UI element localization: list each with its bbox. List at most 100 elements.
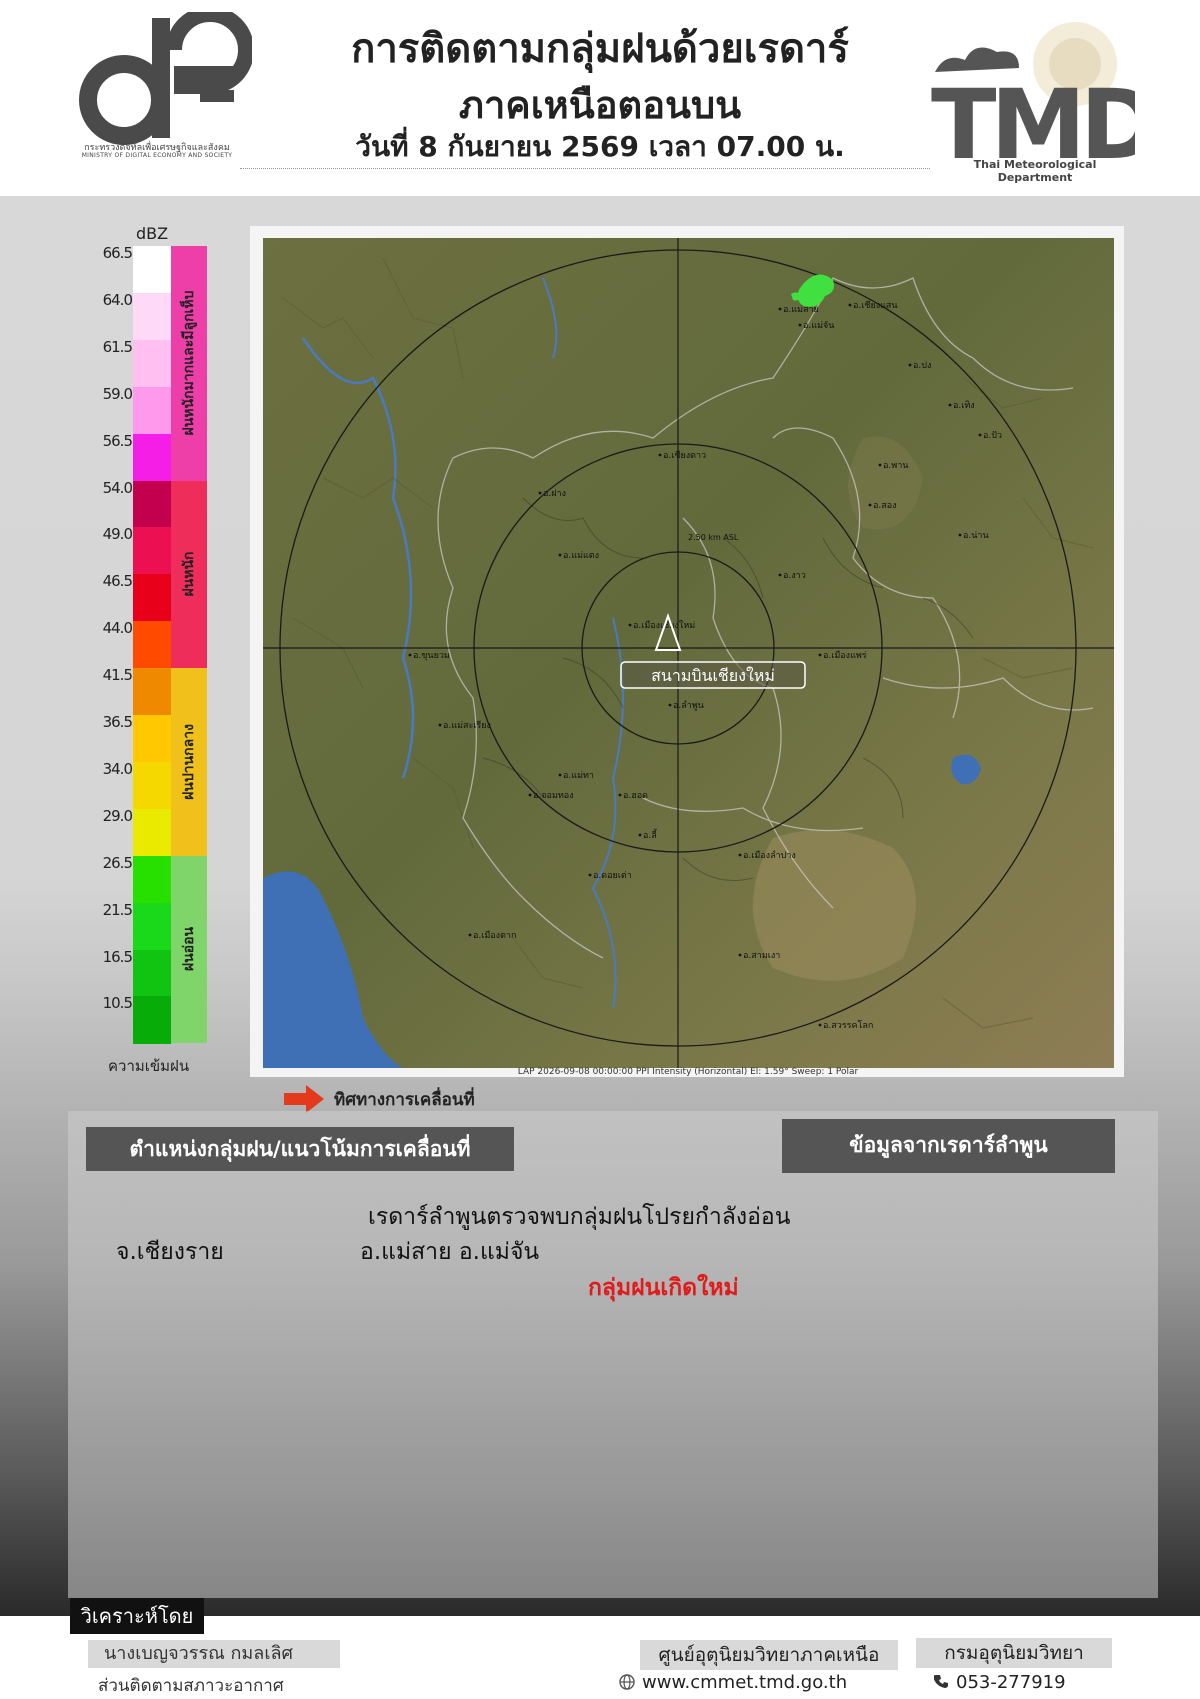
place-dot [638, 833, 642, 837]
place-dot [408, 653, 412, 657]
legend-color-band [133, 668, 171, 716]
range-label: 2.50 km ASL [688, 533, 739, 542]
legend-value: 36.5 [102, 713, 133, 731]
place-label: อ.สามเงา [743, 951, 780, 961]
legend-color-band [133, 339, 171, 388]
legend-color-band [133, 996, 171, 1044]
legend-value: 16.5 [102, 947, 133, 966]
legend-values: 66.5 64.0 61.5 59.0 56.5 54.0 49.0 46.5 44.0 41.5… [96, 244, 133, 1048]
place-label: อ.เชียงดาว [663, 450, 706, 461]
place-dot [738, 853, 742, 857]
place-label: อ.ลำพูน [673, 700, 704, 711]
rain-position-title: ตำแหน่งกลุ่มฝน/แนวโน้มการเคลื่อนที่ [86, 1127, 514, 1171]
legend-value: 29.0 [102, 806, 133, 825]
place-dot [558, 773, 562, 777]
place-dot [668, 703, 672, 707]
legend-value: 54.0 [102, 478, 133, 497]
legend-color-band [133, 433, 171, 481]
legend-color-band [133, 527, 171, 575]
place-label: อ.เมืองแพร่ [823, 650, 867, 661]
legend-value: 21.5 [102, 900, 133, 919]
legend-category-label: ฝนหนักมากและมีลูกเห็บ [181, 290, 197, 436]
place-label: อ.น่าน [963, 531, 989, 541]
phone-number[interactable]: 053-277919 [956, 1672, 1066, 1693]
legend-color-band [133, 480, 171, 528]
legend-footer: ความเข้มฝน [108, 1057, 190, 1075]
place-label: อ.ปัว [983, 431, 1002, 441]
place-dot [438, 723, 442, 727]
legend-color-band [133, 855, 171, 904]
legend-color-band [133, 574, 171, 622]
legend-value: 66.5 [102, 244, 133, 262]
new-rain-cell-text: กลุ่มฝนเกิดใหม่ [588, 1275, 739, 1301]
place-label: อ.ขุนยวม [413, 651, 450, 661]
place-label: อ.เทิง [953, 400, 975, 411]
province-name: จ.เชียงราย [116, 1239, 224, 1265]
place-label: อ.เมืองลำปาง [743, 850, 796, 861]
legend-value: 44.0 [102, 619, 133, 638]
legend-color-band [133, 902, 171, 950]
legend-category-label: ฝนหนัก [181, 551, 197, 597]
place-label: อ.แม่สาย [783, 305, 819, 315]
legend-color-band [133, 246, 171, 294]
place-label: อ.ฮอด [623, 791, 648, 801]
place-label: อ.ดอยเต่า [593, 871, 632, 881]
place-label: อ.เมืองตาก [473, 930, 516, 941]
legend-color-band [133, 715, 171, 763]
place-label: อ.แม่แตง [563, 551, 599, 561]
place-label: อ.แม่สะเรียง [443, 720, 491, 731]
place-label: อ.จอมทอง [533, 791, 574, 801]
analyzed-by-label: วิเคราะห์โดย [70, 1598, 204, 1634]
place-dot [978, 433, 982, 437]
place-dot [538, 491, 542, 495]
place-dot [618, 793, 622, 797]
analyst-name: นางเบญจวรรณ กมลเลิศ [88, 1640, 340, 1668]
legend-color-band [133, 386, 171, 435]
place-label: อ.พาน [883, 461, 908, 471]
page-date: วันที่ 8 กันยายน 2569 เวลา 07.00 น. [355, 130, 845, 163]
place-dot [528, 793, 532, 797]
legend-value: 49.0 [102, 525, 133, 544]
place-dot [738, 953, 742, 957]
ministry-name-en: MINISTRY OF DIGITAL ECONOMY AND SOCIETY [81, 152, 233, 159]
legend-color-band [133, 621, 171, 669]
legend-value: 56.5 [102, 431, 133, 450]
direction-arrow-icon [284, 1085, 324, 1113]
place-label: อ.แม่ทา [563, 771, 594, 781]
legend-color-band [133, 292, 171, 341]
place-dot [468, 933, 472, 937]
page-title: การติดตามกลุ่มฝนด้วยเรดาร์ [351, 26, 849, 72]
district-names: อ.แม่สาย อ.แม่จัน [360, 1239, 540, 1265]
place-label: อ.ปง [913, 361, 931, 371]
legend-color-band [133, 949, 171, 997]
legend-unit: dBZ [136, 224, 169, 243]
place-dot [588, 873, 592, 877]
legend-color-band [133, 761, 171, 810]
center-name: ศูนย์อุตุนิยมวิทยาภาคเหนือ [640, 1640, 898, 1670]
terrain-background [263, 238, 1114, 1068]
place-dot [818, 653, 822, 657]
info-panel [68, 1111, 1158, 1598]
legend-value: 34.0 [102, 759, 133, 778]
place-dot [848, 303, 852, 307]
place-dot [958, 533, 962, 537]
department-name: กรมอุตุนิยมวิทยา [916, 1638, 1112, 1668]
place-dot [558, 553, 562, 557]
radar-map[interactable]: อ.แม่สาย อ.เชียงแสนอ.แม่จันอ.ฝางอ.เมืองเช… [263, 238, 1114, 1068]
legend-category: ฝนปานกลาง [171, 668, 207, 856]
website-link[interactable]: www.cmmet.tmd.go.th [642, 1672, 847, 1693]
legend-category: ฝนอ่อน [171, 855, 207, 1044]
legend-category-label: ฝนอ่อน [181, 927, 197, 972]
phone-icon [934, 1675, 948, 1688]
header: กระทรวงดิจิทัลเพื่อเศรษฐกิจและสังคม MINI… [0, 0, 1200, 196]
place-dot [778, 307, 782, 311]
place-dot [798, 323, 802, 327]
tmd-logo: TMD [931, 22, 1135, 176]
place-dot [948, 403, 952, 407]
place-label: อ.แม่จัน [803, 321, 834, 331]
place-dot [908, 363, 912, 367]
place-dot [628, 623, 632, 627]
place-dot [778, 573, 782, 577]
airport-label: สนามบินเชียงใหม่ [651, 666, 775, 685]
legend-color-scale [133, 246, 171, 1051]
